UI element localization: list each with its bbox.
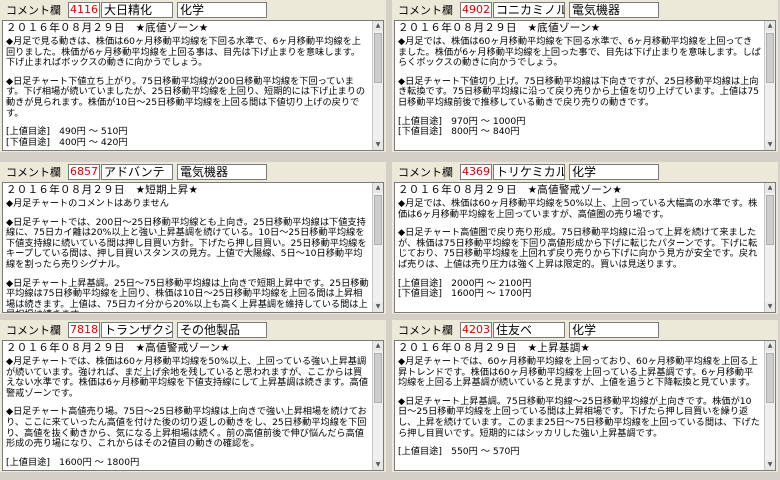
comment-panel-4203: コメント欄 4203 住友ベ 化学 ２０１６年０８月２９日 ★上昇基調★ ◆月足チャートで… <box>392 320 778 472</box>
comment-label: コメント欄 <box>6 323 61 337</box>
upper-target: [上値目途] 550円 〜 570円 <box>398 446 520 458</box>
comment-textarea[interactable]: ２０１６年０８月２９日 ★底値ゾーン★ ◆月足では、株価は60ヶ月移動平均線を下回… <box>394 20 776 151</box>
monthly-comment: ◆月足チャートでは、株価は60ヶ月移動平均線を50%以上、上回っている強い上昇基… <box>6 356 369 399</box>
stock-code-field[interactable]: 6857 <box>68 163 100 180</box>
sector-field[interactable]: その他製品 <box>177 321 267 338</box>
upper-target: [上値目途] 1600円 〜 1800円 <box>6 456 140 468</box>
scroll-thumb[interactable] <box>766 33 774 83</box>
comment-textarea[interactable]: ２０１６年０８月２９日 ★底値ゾーン★ ◆月足で見る動きは、株価は60ヶ月移動平均… <box>2 20 384 151</box>
vertical-scrollbar[interactable]: ▲ ▼ <box>372 341 383 470</box>
comment-panel-4369: コメント欄 4369 トリケミカル 化学 ２０１６年０８月２９日 ★高値警戒ゾーン★ ◆月… <box>392 162 778 314</box>
comment-grid: コメント欄 4116 大日精化 化学 ２０１６年０８月２９日 ★底値ゾーン★ ◆月足で見る… <box>0 0 780 480</box>
lower-target: [下値目途] 1600円 〜 1700円 <box>398 288 532 300</box>
comment-textarea[interactable]: ２０１６年０８月２９日 ★高値警戒ゾーン★ ◆月足では、株価は60ヶ月移動平均線を… <box>394 182 776 313</box>
scroll-down-arrow-icon[interactable]: ▼ <box>373 460 383 470</box>
comment-text: ２０１６年０８月２９日 ★底値ゾーン★ ◆月足で見る動きは、株価は60ヶ月移動平均… <box>6 22 369 150</box>
comment-panel-6857: コメント欄 6857 アドバンテ 電気機器 ２０１６年０８月２９日 ★短期上昇★ ◆月足チ… <box>0 162 386 314</box>
sector-field[interactable]: 電気機器 <box>177 163 267 180</box>
comment-label: コメント欄 <box>6 165 61 179</box>
scroll-up-arrow-icon[interactable]: ▲ <box>765 341 775 351</box>
scroll-thumb[interactable] <box>374 353 382 403</box>
monthly-comment: ◆月足チャートでは、60ヶ月移動平均線を上回っており、60ヶ月移動平均線を上回る… <box>398 356 758 389</box>
scroll-thumb[interactable] <box>374 195 382 245</box>
date-line: ２０１６年０８月２９日 ★高値警戒ゾーン★ <box>398 184 623 196</box>
stock-code-field[interactable]: 4902 <box>460 1 492 18</box>
stock-code-field[interactable]: 7818 <box>68 321 100 338</box>
scroll-up-arrow-icon[interactable]: ▲ <box>373 21 383 31</box>
comment-panel-7818: コメント欄 7818 トランザクシ その他製品 ２０１６年０８月２９日 ★高値警戒ゾーン… <box>0 320 386 472</box>
scroll-thumb[interactable] <box>766 195 774 245</box>
sector-field[interactable]: 化学 <box>569 321 659 338</box>
vertical-scrollbar[interactable]: ▲ ▼ <box>372 21 383 150</box>
scroll-down-arrow-icon[interactable]: ▼ <box>765 302 775 312</box>
scroll-down-arrow-icon[interactable]: ▼ <box>373 302 383 312</box>
sector-field[interactable]: 化学 <box>177 1 267 18</box>
scroll-thumb[interactable] <box>374 33 382 83</box>
date-line: ２０１６年０８月２９日 ★短期上昇★ <box>6 184 199 196</box>
vertical-scrollbar[interactable]: ▲ ▼ <box>372 183 383 312</box>
scroll-up-arrow-icon[interactable]: ▲ <box>765 183 775 193</box>
daily-comment: ◆日足チャート高値圏で戻り売り形成。75日移動平均線に沿って上昇を続けて来ました… <box>398 227 758 270</box>
monthly-comment: ◆月足チャートのコメントはありません <box>6 198 169 209</box>
scroll-thumb[interactable] <box>766 353 774 403</box>
comment-label: コメント欄 <box>398 165 453 179</box>
sector-field[interactable]: 電気機器 <box>569 1 659 18</box>
vertical-scrollbar[interactable]: ▲ ▼ <box>764 21 775 150</box>
date-line: ２０１６年０８月２９日 ★底値ゾーン★ <box>6 22 209 34</box>
scroll-down-arrow-icon[interactable]: ▼ <box>765 140 775 150</box>
stock-name-field[interactable]: コニカミノルタ <box>493 1 565 18</box>
date-line: ２０１６年０８月２９日 ★底値ゾーン★ <box>398 22 601 34</box>
scroll-up-arrow-icon[interactable]: ▲ <box>373 341 383 351</box>
scroll-up-arrow-icon[interactable]: ▲ <box>765 21 775 31</box>
panel-header: コメント欄 4369 トリケミカル 化学 <box>392 162 778 181</box>
panel-header: コメント欄 4902コニカミノルタ電気機器 <box>392 0 778 19</box>
stock-name-field[interactable]: 大日精化 <box>101 1 173 18</box>
panel-header: コメント欄 4203 住友ベ 化学 <box>392 320 778 339</box>
lower-target: [下値目途] 800円 〜 840円 <box>398 126 520 138</box>
vertical-scrollbar[interactable]: ▲ ▼ <box>764 341 775 470</box>
comment-textarea[interactable]: ２０１６年０８月２９日 ★高値警戒ゾーン★ ◆月足チャートでは、株価は60ヶ月移動… <box>2 340 384 471</box>
daily-comment: ◆日足チャートでは、200日〜25日移動平均線とも上向き。25日移動平均線は下値… <box>6 216 367 270</box>
stock-name-field[interactable]: トリケミカル <box>493 163 565 180</box>
vertical-scrollbar[interactable]: ▲ ▼ <box>764 183 775 312</box>
stock-code-field[interactable]: 4203 <box>460 321 492 338</box>
sector-field[interactable]: 化学 <box>569 163 659 180</box>
stock-name-field[interactable]: トランザクシ <box>101 321 173 338</box>
daily-comment: ◆日足チャート下値立ち上がり。75日移動平均線が200日移動平均線を下回っていま… <box>6 75 366 119</box>
stock-code-field[interactable]: 4116 <box>68 1 100 18</box>
comment-label: コメント欄 <box>398 323 453 337</box>
comment-text: ２０１６年０８月２９日 ★短期上昇★ ◆月足チャートのコメントはありません ◆日足チ… <box>6 184 369 312</box>
monthly-comment: ◆月足で見る動きは、株価は60ヶ月移動平均線を下回る水準で、6ヶ月移動平均線を上… <box>6 36 361 69</box>
comment-textarea[interactable]: ２０１６年０８月２９日 ★短期上昇★ ◆月足チャートのコメントはありません ◆日足チ… <box>2 182 384 313</box>
daily-comment: ◆日足チャート下値切り上げ。75日移動平均線は下向きですが、25日移動平均線は上… <box>398 75 760 108</box>
daily-comment-2: ◆日足チャート上昇基調。25日〜75日移動平均線は上向きで短期上昇中です。25日… <box>6 277 369 312</box>
panel-header: コメント欄 6857 アドバンテ 電気機器 <box>0 162 386 181</box>
scroll-down-arrow-icon[interactable]: ▼ <box>765 460 775 470</box>
daily-comment: ◆日足チャート上昇基調。75日移動平均線〜25日移動平均線が上向きです。株価が1… <box>398 395 760 439</box>
panel-header: コメント欄 7818 トランザクシ その他製品 <box>0 320 386 339</box>
date-line: ２０１６年０８月２９日 ★上昇基調★ <box>398 342 591 354</box>
daily-comment: ◆日足チャート高値売り場。75日〜25日移動平均線は上向きで強い上昇相場を続けて… <box>6 406 367 450</box>
monthly-comment: ◆月足では、株価は60ヶ月移動平均線を下回る水準で、6ヶ月移動平均線を上回ってき… <box>398 36 761 69</box>
lower-target: [下値目途] 400円 〜 420円 <box>6 136 128 148</box>
monthly-comment: ◆月足では、株価は60ヶ月移動平均線を50%以上、上回っている大幅高の水準です。… <box>398 198 758 220</box>
date-line: ２０１６年０８月２９日 ★高値警戒ゾーン★ <box>6 342 231 354</box>
stock-code-field[interactable]: 4369 <box>460 163 492 180</box>
comment-text: ２０１６年０８月２９日 ★上昇基調★ ◆月足チャートでは、60ヶ月移動平均線を上回… <box>398 342 761 470</box>
scroll-down-arrow-icon[interactable]: ▼ <box>373 140 383 150</box>
panel-header: コメント欄 4116 大日精化 化学 <box>0 0 386 19</box>
stock-name-field[interactable]: 住友ベ <box>493 321 565 338</box>
scroll-up-arrow-icon[interactable]: ▲ <box>373 183 383 193</box>
comment-panel-4902: コメント欄 4902コニカミノルタ電気機器 ２０１６年０８月２９日 ★底値ゾーン★ ◆… <box>392 0 778 152</box>
comment-textarea[interactable]: ２０１６年０８月２９日 ★上昇基調★ ◆月足チャートでは、60ヶ月移動平均線を上回… <box>394 340 776 471</box>
comment-text: ２０１６年０８月２９日 ★高値警戒ゾーン★ ◆月足では、株価は60ヶ月移動平均線を… <box>398 184 761 312</box>
comment-label: コメント欄 <box>398 3 453 17</box>
comment-label: コメント欄 <box>6 3 61 17</box>
stock-name-field[interactable]: アドバンテ <box>101 163 173 180</box>
comment-panel-4116: コメント欄 4116 大日精化 化学 ２０１６年０８月２９日 ★底値ゾーン★ ◆月足で見る… <box>0 0 386 152</box>
comment-text: ２０１６年０８月２９日 ★底値ゾーン★ ◆月足では、株価は60ヶ月移動平均線を下回… <box>398 22 761 150</box>
comment-text: ２０１６年０８月２９日 ★高値警戒ゾーン★ ◆月足チャートでは、株価は60ヶ月移動… <box>6 342 369 470</box>
